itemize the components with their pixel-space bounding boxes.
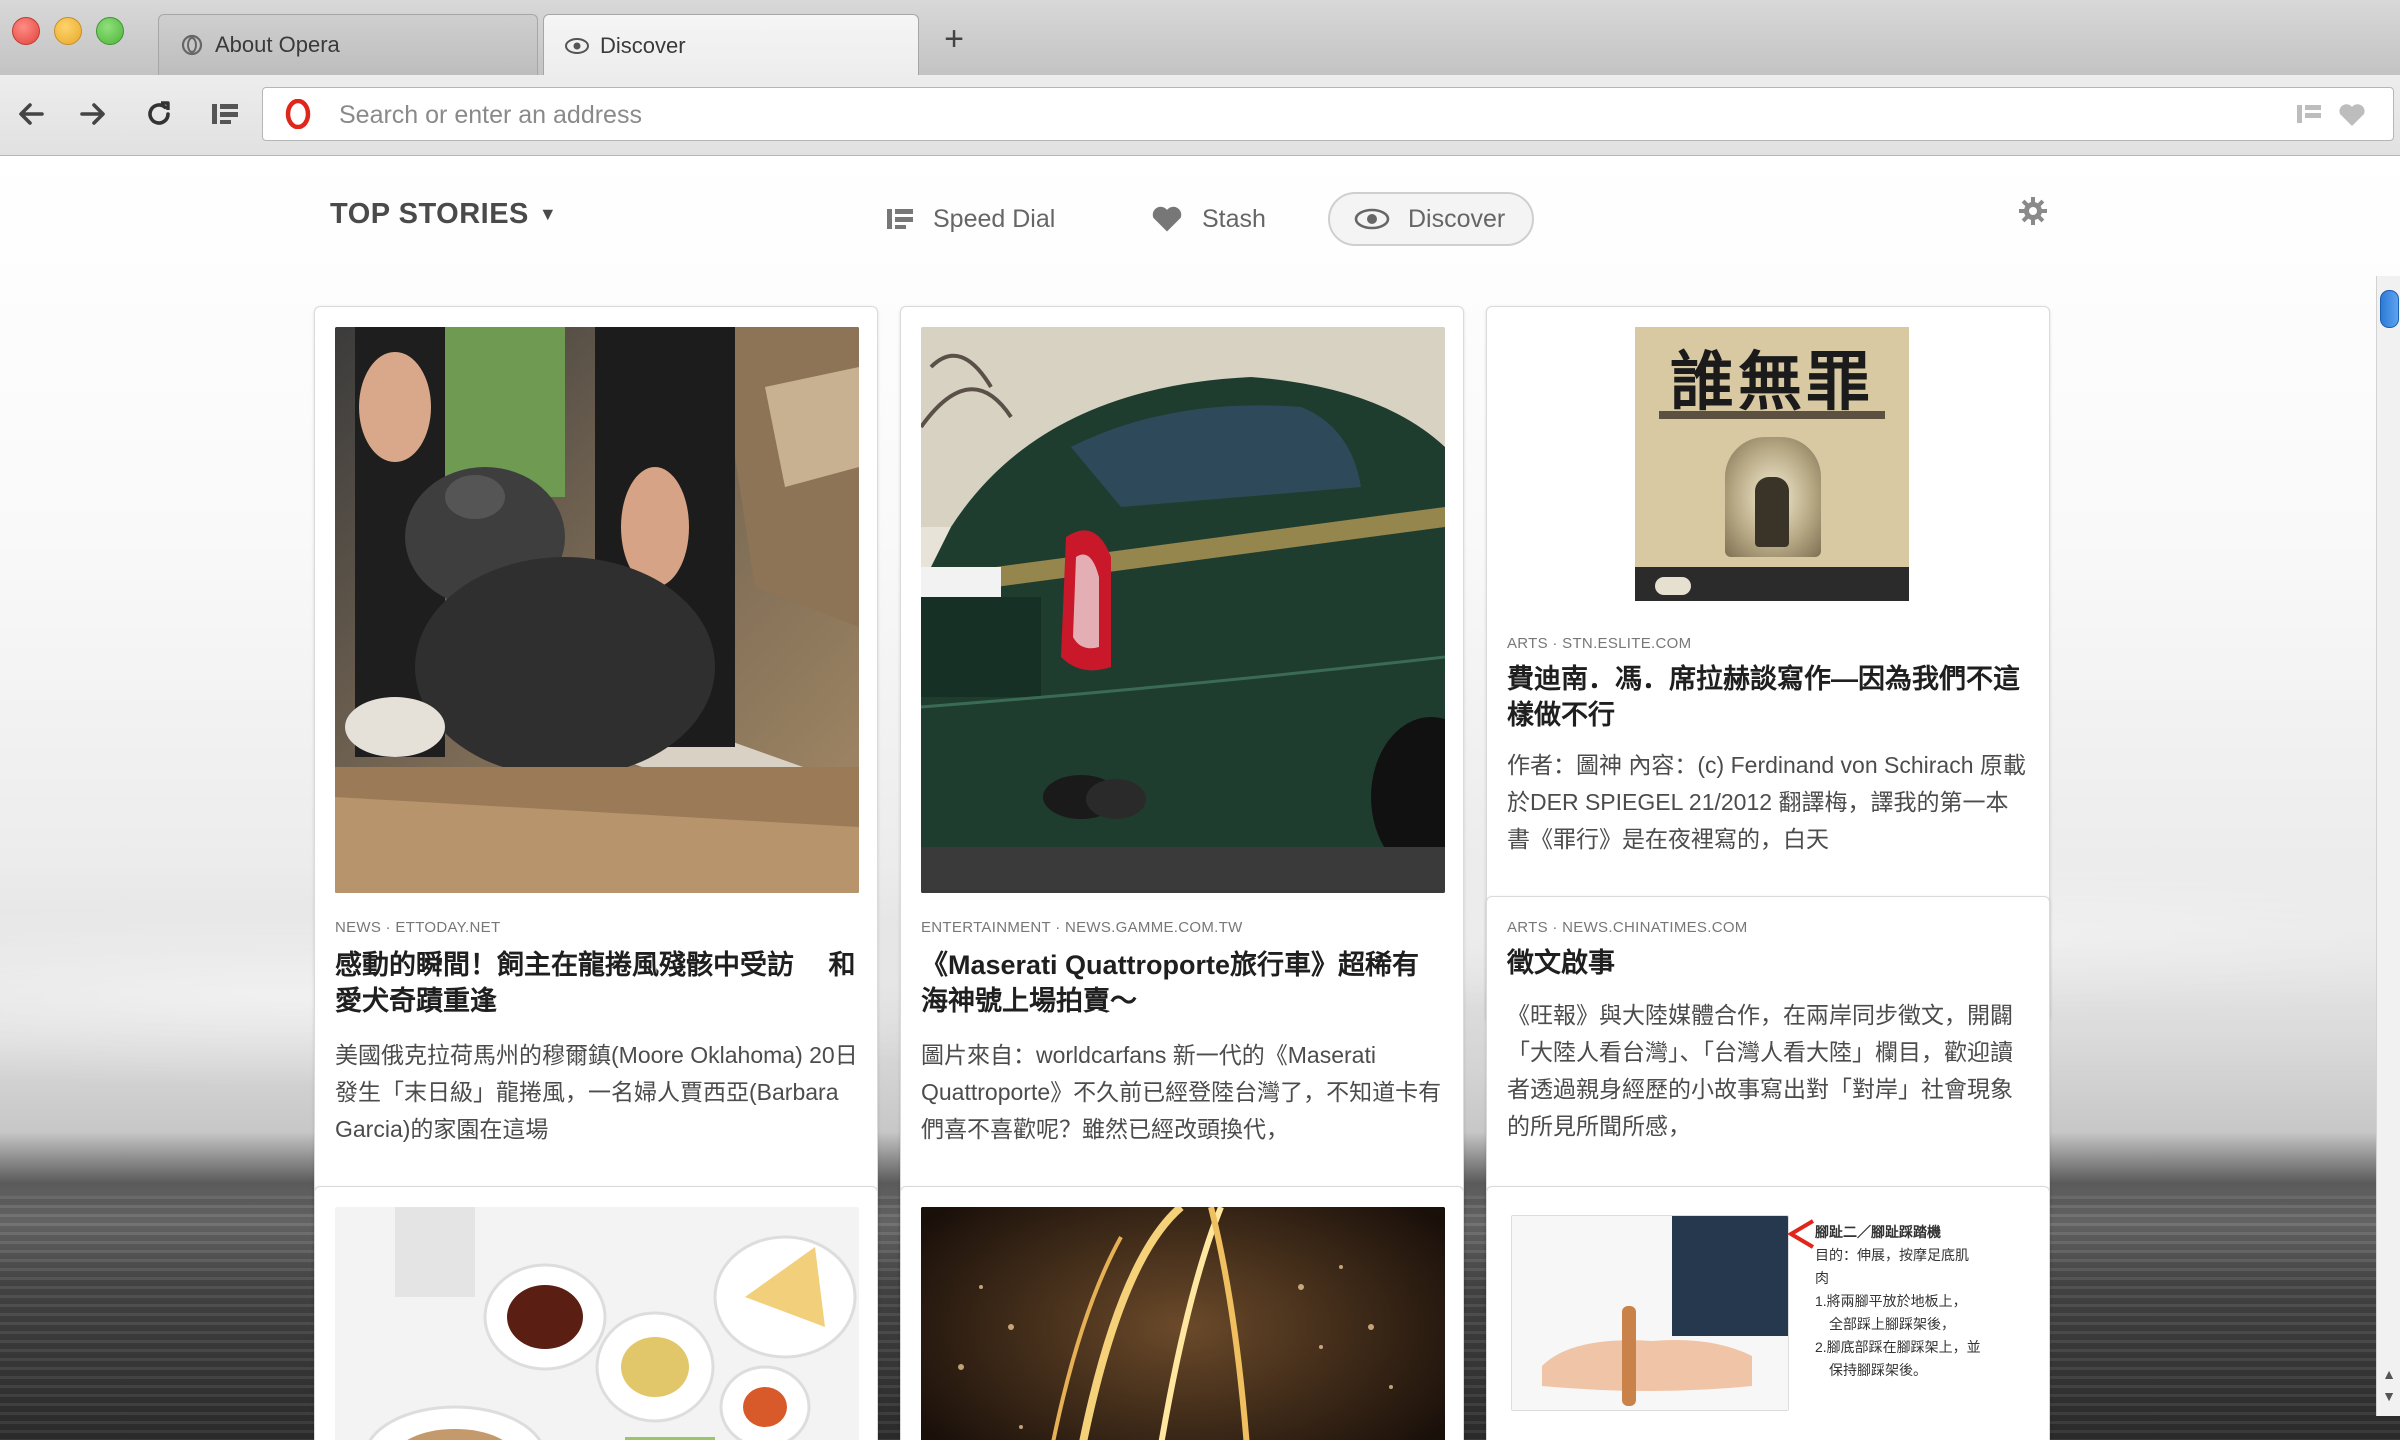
- arrow-pointer-icon: [1787, 1219, 1815, 1249]
- inset-line: 目的：伸展，按摩足底肌: [1815, 1247, 1969, 1263]
- story-image-car: [921, 327, 1445, 893]
- story-excerpt: 作者：圖神 內容：(c) Ferdinand von Schirach 原載於D…: [1507, 752, 2026, 852]
- story-title[interactable]: 《Maserati Quattroporte旅行車》超稀有海神號上場拍賣～: [921, 947, 1445, 1019]
- nav-label: Speed Dial: [933, 204, 1056, 233]
- reload-button[interactable]: [140, 95, 178, 133]
- arrow-left-icon: [19, 103, 44, 125]
- opera-logo-icon[interactable]: [283, 99, 313, 129]
- story-title[interactable]: 感動的瞬間！飼主在龍捲風殘骸中受訪 和愛犬奇蹟重逢: [335, 947, 859, 1019]
- story-card[interactable]: [314, 1186, 878, 1440]
- book-cover-title: 誰無罪: [1670, 345, 1874, 420]
- top-stories-dropdown[interactable]: TOP STORIES ▼: [330, 198, 557, 231]
- arrow-right-icon: [80, 103, 105, 125]
- story-source: ARTS · NEWS.CHINATIMES.COM: [1507, 919, 1748, 936]
- story-card[interactable]: ENTERTAINMENT · NEWS.GAMME.COM.TW 《Maser…: [900, 306, 1464, 1316]
- story-source: NEWS · ETTODAY.NET: [335, 919, 501, 936]
- forward-button[interactable]: [74, 95, 112, 133]
- new-tab-button[interactable]: +: [938, 22, 970, 56]
- address-bar[interactable]: [262, 87, 2394, 141]
- window-close-button[interactable]: [12, 17, 40, 45]
- inset-line: 2.腳底部踩在腳踩架上，並: [1815, 1339, 1981, 1355]
- story-image-food: [335, 1207, 859, 1440]
- inset-text: 腳趾二／腳趾踩踏機 目的：伸展，按摩足底肌 肉 1.將兩腳平放於地板上， 全部踩…: [1815, 1221, 2035, 1382]
- heart-icon: [1150, 204, 1184, 234]
- story-title[interactable]: 費迪南．馮．席拉赫談寫作—因為我們不這樣做不行: [1507, 661, 2031, 733]
- story-card[interactable]: 腳趾二／腳趾踩踏機 目的：伸展，按摩足底肌 肉 1.將兩腳平放於地板上， 全部踩…: [1486, 1186, 2050, 1440]
- inset-line: 1.將兩腳平放於地板上，: [1815, 1293, 1967, 1309]
- story-excerpt: 圖片來自：worldcarfans 新一代的《Maserati Quattrop…: [921, 1042, 1442, 1142]
- story-image-dog: [335, 327, 859, 893]
- back-button[interactable]: [12, 95, 50, 133]
- story-source: ARTS · STN.ESLITE.COM: [1507, 635, 1692, 652]
- opera-icon: [179, 32, 205, 58]
- discover-page: TOP STORIES ▼ Speed Dial Stash Discover: [0, 156, 2400, 1440]
- speed-dial-icon: [885, 205, 915, 233]
- story-card[interactable]: NEWS · ETTODAY.NET 感動的瞬間！飼主在龍捲風殘骸中受訪 和愛犬…: [314, 306, 878, 1316]
- nav-label: Stash: [1202, 204, 1266, 233]
- inset-line: 全部踩上腳踩架後，: [1815, 1316, 1955, 1332]
- nav-discover[interactable]: Discover: [1328, 192, 1534, 246]
- eye-icon: [1354, 206, 1390, 232]
- window-zoom-button[interactable]: [96, 17, 124, 45]
- story-excerpt: 美國俄克拉荷馬州的穆爾鎮(Moore Oklahoma) 20日發生「末日級」龍…: [335, 1042, 858, 1142]
- scroll-thumb[interactable]: [2380, 290, 2399, 328]
- page-scrollbar[interactable]: ▲ ▼: [2376, 276, 2400, 1416]
- scroll-up-arrow-icon[interactable]: ▲: [2381, 1366, 2397, 1382]
- story-excerpt: 《旺報》與大陸媒體合作，在兩岸同步徵文，開闢「大陸人看台灣」、「台灣人看大陸」欄…: [1507, 1002, 2013, 1139]
- tab-label: Discover: [600, 32, 686, 58]
- nav-speed-dial[interactable]: Speed Dial: [885, 192, 1055, 246]
- tab-discover[interactable]: Discover: [543, 14, 919, 76]
- nav-label: Discover: [1408, 204, 1506, 233]
- tab-strip: About Opera Discover +: [0, 0, 2400, 76]
- eye-icon: [564, 33, 590, 59]
- story-image-book-cover: 誰無罪: [1635, 327, 1909, 601]
- gear-icon[interactable]: [2018, 196, 2048, 226]
- scroll-down-arrow-icon[interactable]: ▼: [2381, 1388, 2397, 1404]
- story-title[interactable]: 徵文啟事: [1507, 945, 2031, 981]
- reload-icon: [148, 101, 170, 125]
- window-minimize-button[interactable]: [54, 17, 82, 45]
- speed-dial-add-icon[interactable]: [2295, 101, 2325, 129]
- nav-stash[interactable]: Stash: [1150, 192, 1266, 246]
- speed-dial-button[interactable]: [206, 95, 244, 133]
- section-title: TOP STORIES: [330, 198, 529, 230]
- toolbar: [0, 75, 2400, 156]
- story-card[interactable]: [900, 1186, 1464, 1440]
- tab-about-opera[interactable]: About Opera: [158, 14, 538, 75]
- address-input[interactable]: [337, 96, 2241, 134]
- story-image-foot: [1511, 1215, 1789, 1411]
- chevron-down-icon: ▼: [538, 204, 558, 224]
- tab-label: About Opera: [215, 32, 340, 57]
- inset-line: 肉: [1815, 1270, 1829, 1286]
- story-source: ENTERTAINMENT · NEWS.GAMME.COM.TW: [921, 919, 1243, 936]
- story-image-fireworks: [921, 1207, 1445, 1440]
- heart-icon[interactable]: [2337, 101, 2367, 129]
- speed-dial-icon: [212, 104, 238, 124]
- inset-line: 保持腳踩架後。: [1815, 1362, 1927, 1378]
- inset-line: 腳趾二／腳趾踩踏機: [1815, 1224, 1941, 1240]
